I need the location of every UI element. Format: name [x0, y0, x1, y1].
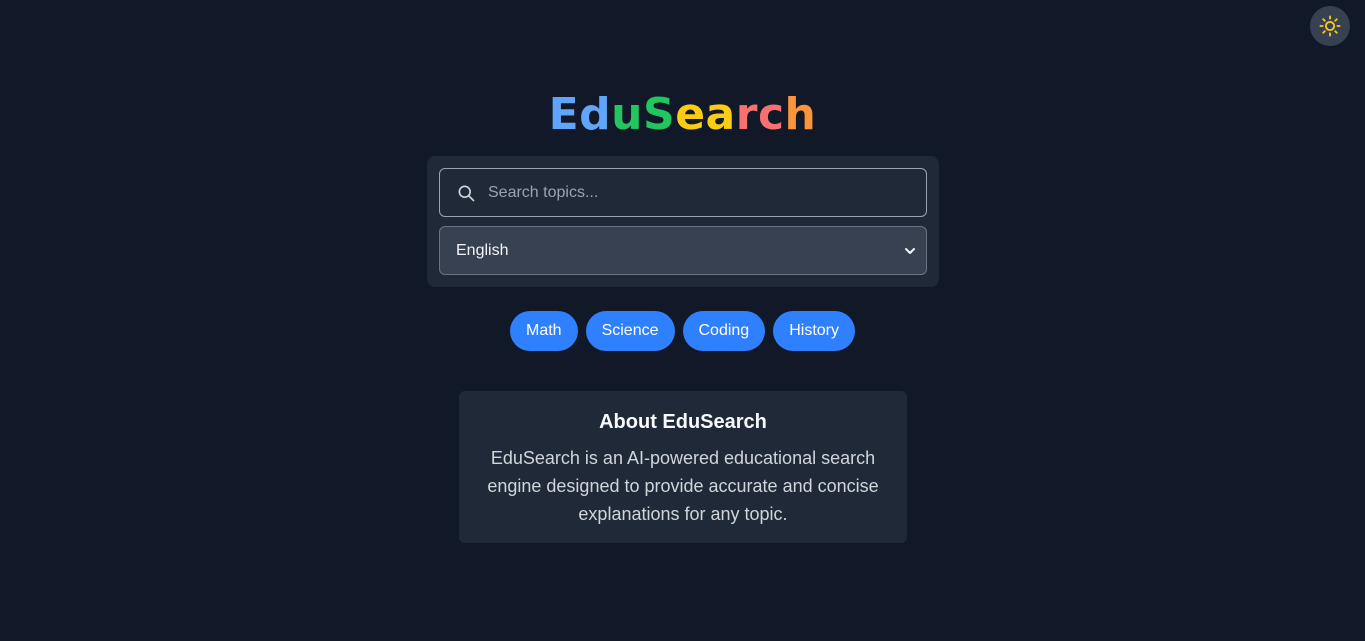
- page: EduSearch English Math Science Coding Hi…: [0, 0, 1365, 641]
- logo-letter: c: [757, 89, 785, 140]
- chip-math[interactable]: Math: [510, 311, 578, 351]
- chip-coding[interactable]: Coding: [682, 311, 766, 351]
- about-card: About EduSearch EduSearch is an AI-power…: [459, 391, 907, 543]
- logo-letter: r: [735, 89, 758, 140]
- logo-letter: E: [548, 89, 580, 140]
- logo-letter: u: [611, 89, 643, 140]
- logo-letter: h: [784, 89, 817, 140]
- logo-letter: d: [579, 89, 612, 140]
- search-card: English: [427, 156, 939, 287]
- language-select-value: English: [456, 241, 509, 259]
- language-select[interactable]: English: [439, 226, 927, 275]
- logo: EduSearch: [0, 88, 1365, 142]
- search-icon: [456, 183, 476, 203]
- sun-icon: [1319, 15, 1341, 37]
- about-body: EduSearch is an AI-powered educational s…: [487, 448, 879, 524]
- about-title: About EduSearch: [599, 411, 767, 433]
- search-box[interactable]: [439, 168, 927, 217]
- chip-science[interactable]: Science: [585, 311, 675, 351]
- theme-toggle-button[interactable]: [1310, 6, 1350, 46]
- category-chips: Math Science Coding History: [0, 311, 1365, 351]
- chip-history[interactable]: History: [773, 311, 855, 351]
- search-input[interactable]: [476, 169, 926, 216]
- logo-letter: a: [705, 89, 736, 140]
- chevron-down-icon: [904, 245, 916, 257]
- logo-letter: S: [643, 89, 676, 140]
- logo-letter: e: [675, 89, 706, 140]
